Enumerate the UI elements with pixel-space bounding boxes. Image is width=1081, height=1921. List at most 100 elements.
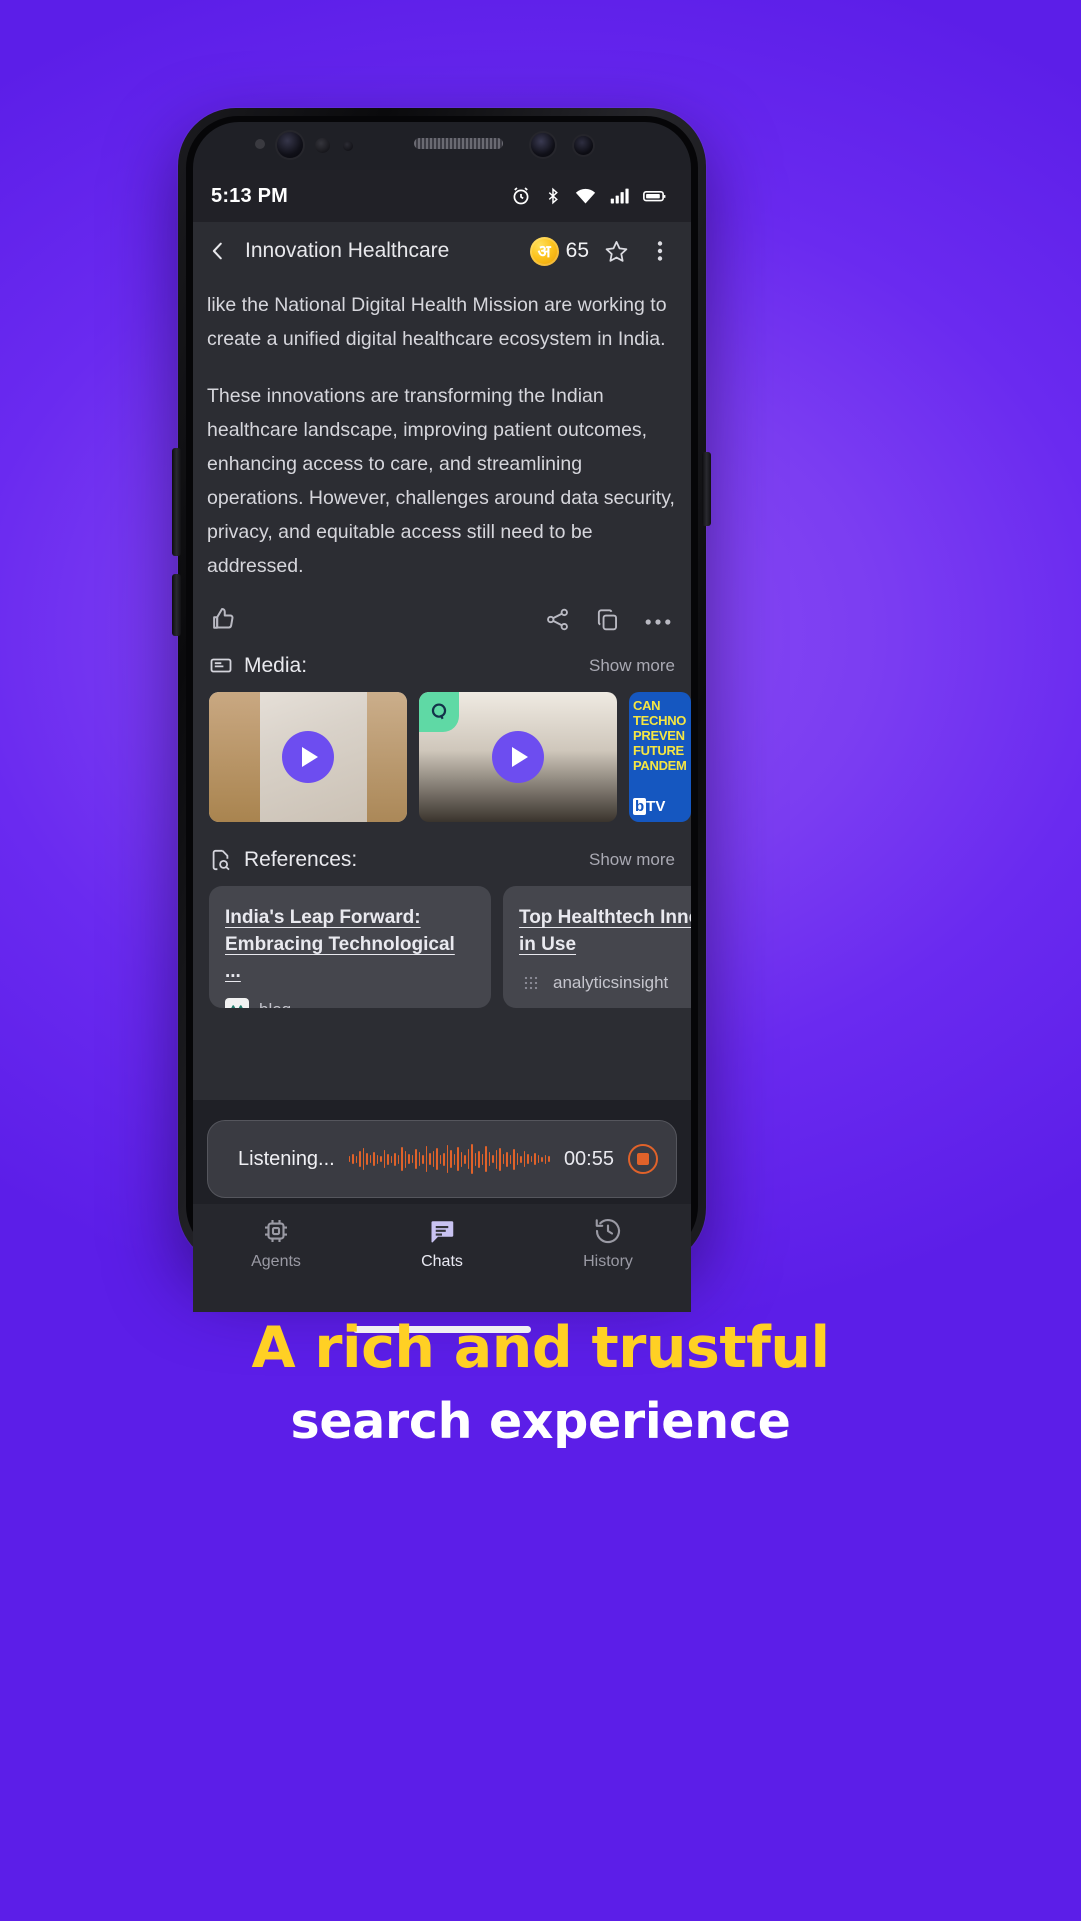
waveform-bar — [530, 1156, 533, 1162]
reference-title: India's Leap Forward: Embracing Technolo… — [225, 907, 455, 982]
share-button[interactable] — [545, 607, 570, 637]
waveform-bar — [548, 1156, 550, 1162]
nav-item-chats[interactable]: Chats — [359, 1216, 525, 1271]
waveform-bar — [362, 1148, 365, 1170]
coin-count: 65 — [565, 239, 589, 262]
waveform-bar — [534, 1153, 536, 1165]
overflow-menu-button[interactable] — [643, 234, 677, 268]
play-button[interactable] — [492, 731, 544, 783]
waveform-bar — [467, 1149, 470, 1169]
reference-source: analyticsinsight — [519, 971, 691, 995]
waveform-bar — [432, 1151, 435, 1167]
thumbs-up-button[interactable] — [209, 605, 237, 638]
chevron-left-icon — [212, 242, 222, 260]
stop-recording-button[interactable] — [628, 1144, 658, 1174]
waveform-bar — [429, 1153, 431, 1165]
coin-icon: अ — [529, 236, 559, 266]
media-thumbnail-hospital-corridor[interactable] — [209, 692, 407, 822]
references-show-more[interactable]: Show more — [589, 850, 675, 870]
media-section-title: Media: — [244, 654, 308, 677]
assistant-button[interactable] — [172, 574, 181, 636]
more-horizontal-icon — [645, 618, 671, 625]
back-button[interactable] — [201, 234, 235, 268]
waveform-bar — [544, 1154, 547, 1164]
waveform-bar — [408, 1154, 410, 1164]
waveform-bar — [446, 1145, 449, 1173]
power-button[interactable] — [702, 452, 711, 526]
status-bar: 5:13 PM — [193, 170, 691, 222]
media-thumbnail-btv[interactable]: CAN TECHNO PREVEN FUTURE PANDEM b TV — [629, 692, 691, 822]
reference-card[interactable]: India's Leap Forward: Embracing Technolo… — [209, 886, 491, 1008]
copy-button[interactable] — [595, 607, 620, 637]
reference-title: Top Healthtech Innovations in Use — [519, 907, 691, 955]
nav-item-agents[interactable]: Agents — [193, 1216, 359, 1271]
waveform-bar — [394, 1152, 396, 1166]
history-clock-icon — [595, 1219, 621, 1244]
star-outline-icon — [605, 240, 627, 262]
btv-logo-b: b — [633, 798, 647, 815]
answer-actions-right — [545, 607, 671, 637]
waveform-bar — [352, 1154, 354, 1164]
more-vertical-icon — [657, 241, 663, 261]
more-actions-button[interactable] — [645, 613, 671, 631]
waveform-bar — [520, 1155, 522, 1163]
waveform-bar — [506, 1151, 508, 1167]
reference-card[interactable]: Top Healthtech Innovations in Use analyt… — [503, 886, 691, 1008]
stop-recording-icon — [637, 1153, 649, 1165]
answer-paragraph-2: These innovations are transforming the I… — [207, 385, 675, 577]
waveform-bar — [422, 1154, 424, 1164]
favorite-button[interactable] — [599, 234, 633, 268]
references-carousel[interactable]: India's Leap Forward: Embracing Technolo… — [193, 872, 691, 1008]
waveform-bar — [404, 1150, 407, 1168]
app-screen: 5:13 PM Innovation Healthcare अ 65 like … — [193, 122, 691, 1333]
waveform-bar — [481, 1153, 484, 1165]
cellular-signal-icon — [610, 188, 629, 204]
status-icons — [510, 185, 667, 207]
media-show-more[interactable]: Show more — [589, 656, 675, 676]
waveform-bar — [387, 1153, 389, 1165]
waveform-bar — [401, 1147, 403, 1171]
recording-time: 00:55 — [563, 1147, 614, 1170]
waveform-bar — [373, 1152, 375, 1166]
play-button[interactable] — [282, 731, 334, 783]
nav-label-agents: Agents — [251, 1253, 301, 1270]
nav-label-history: History — [583, 1253, 633, 1270]
media-section-header: Media: Show more — [193, 644, 691, 678]
listening-bar[interactable]: Listening... 00:55 — [207, 1120, 677, 1198]
caption-line-1: A rich and trustful — [251, 1315, 830, 1381]
reference-source-name: blog — [259, 1000, 291, 1008]
waveform-bar — [516, 1153, 519, 1165]
content-scroll-area[interactable]: like the National Digital Health Mission… — [193, 280, 691, 1100]
waveform-bar — [541, 1156, 543, 1162]
waveform-bar — [460, 1151, 463, 1167]
btv-headline: CAN TECHNO PREVEN FUTURE PANDEM — [633, 698, 687, 773]
caption: A rich and trustful search experience — [0, 1315, 1081, 1450]
waveform-bar — [502, 1154, 505, 1164]
nav-label-chats: Chats — [421, 1253, 463, 1270]
wifi-icon — [575, 188, 596, 204]
app-bar: Innovation Healthcare अ 65 — [193, 222, 691, 280]
play-triangle-icon — [512, 747, 528, 767]
waveform-bar — [527, 1154, 529, 1164]
waveform-bar — [457, 1147, 459, 1171]
btv-logo-tv: TV — [646, 798, 666, 815]
share-icon — [547, 608, 568, 630]
nav-item-history[interactable]: History — [525, 1216, 691, 1271]
waveform-bar — [415, 1149, 417, 1169]
volume-button[interactable] — [172, 448, 181, 556]
waveform-bar — [443, 1152, 445, 1166]
waveform-bar — [453, 1153, 456, 1165]
waveform-bar — [369, 1155, 372, 1163]
reference-source-name: analyticsinsight — [553, 973, 669, 992]
bluetooth-icon — [548, 187, 558, 205]
waveform-bar — [495, 1149, 498, 1169]
waveform-bar — [523, 1151, 526, 1167]
media-carousel[interactable]: CAN TECHNO PREVEN FUTURE PANDEM b TV — [193, 678, 691, 822]
coin-balance[interactable]: अ 65 — [529, 236, 589, 266]
audio-waveform — [348, 1142, 550, 1176]
chip-agents-icon — [265, 1220, 287, 1242]
waveform-bar — [436, 1148, 438, 1170]
waveform-bar — [425, 1146, 428, 1172]
play-triangle-icon — [302, 747, 318, 767]
media-thumbnail-historical-portrait[interactable] — [419, 692, 617, 822]
